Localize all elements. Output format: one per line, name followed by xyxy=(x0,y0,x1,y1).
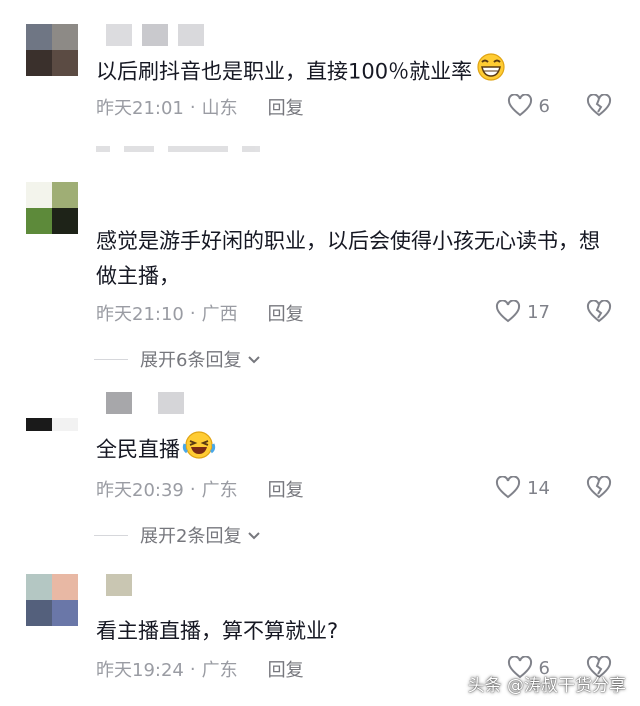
reply-button[interactable]: 回复 xyxy=(268,476,304,502)
reply-button[interactable]: 回复 xyxy=(268,94,304,120)
comment-time: 昨天19:24 xyxy=(96,660,184,681)
avatar[interactable] xyxy=(26,24,78,76)
comment-location: 广东 xyxy=(201,480,238,501)
heart-outline-icon xyxy=(495,476,521,500)
reply-button[interactable]: 回复 xyxy=(268,656,304,682)
like-count: 14 xyxy=(527,477,550,499)
avatar[interactable] xyxy=(26,574,78,626)
comment-text: 全民直播 xyxy=(96,430,606,471)
expand-replies-label: 展开6条回复 xyxy=(140,350,242,371)
divider-line xyxy=(94,358,128,360)
username-blurred[interactable] xyxy=(106,392,184,414)
broken-heart-icon xyxy=(586,94,612,118)
chevron-down-icon xyxy=(247,525,261,546)
comment-time: 昨天21:10 xyxy=(96,304,184,325)
avatar[interactable] xyxy=(26,182,78,234)
comment-location: 广东 xyxy=(201,660,238,681)
comment-location: 广西 xyxy=(201,304,238,325)
broken-heart-icon xyxy=(586,300,612,324)
heart-outline-icon xyxy=(495,300,521,324)
comment-text: 感觉是游手好闲的职业，以后会使得小孩无心读书，想做主播， xyxy=(96,229,600,288)
expand-replies-button[interactable]: 展开2条回复 xyxy=(94,522,261,548)
comment-meta: 昨天21:01 · 山东 回复 xyxy=(96,94,304,120)
meta-separator: · xyxy=(189,96,196,118)
comment-text: 以后刷抖音也是职业，直接100％就业率 xyxy=(96,52,606,93)
meta-separator: · xyxy=(189,658,196,680)
like-count: 17 xyxy=(527,301,550,323)
watermark: 头条 @涛叔干货分享 xyxy=(467,676,626,696)
avatar[interactable] xyxy=(26,418,78,444)
comment-location: 山东 xyxy=(201,98,238,119)
dislike-button[interactable] xyxy=(586,300,612,324)
username-blurred[interactable] xyxy=(106,24,204,46)
comment-text: 看主播直播，算不算就业? xyxy=(96,619,339,643)
like-button[interactable]: 6 xyxy=(507,94,550,118)
broken-heart-icon xyxy=(586,476,612,500)
reply-button[interactable]: 回复 xyxy=(268,300,304,326)
like-count: 6 xyxy=(538,95,550,117)
comment-meta: 昨天21:10 · 广西 回复 xyxy=(96,300,304,326)
meta-separator: · xyxy=(189,478,196,500)
expand-replies-label: 展开2条回复 xyxy=(140,526,242,547)
dislike-button[interactable] xyxy=(586,94,612,118)
like-button[interactable]: 17 xyxy=(495,300,550,324)
comment-time: 昨天21:01 xyxy=(96,98,184,119)
divider-line xyxy=(94,534,128,536)
meta-separator: · xyxy=(189,302,196,324)
comment-time: 昨天20:39 xyxy=(96,480,184,501)
chevron-down-icon xyxy=(247,349,261,370)
grinning-face-emoji xyxy=(474,52,508,93)
dislike-button[interactable] xyxy=(586,476,612,500)
expand-replies-button[interactable]: 展开6条回复 xyxy=(94,346,261,372)
comment-meta: 昨天19:24 · 广东 回复 xyxy=(96,656,304,682)
username-blurred[interactable] xyxy=(106,574,132,596)
comment-meta: 昨天20:39 · 广东 回复 xyxy=(96,476,304,502)
heart-outline-icon xyxy=(507,94,533,118)
like-button[interactable]: 14 xyxy=(495,476,550,500)
laughing-tears-emoji xyxy=(182,430,216,471)
collapsed-reply-remnant xyxy=(96,142,260,156)
